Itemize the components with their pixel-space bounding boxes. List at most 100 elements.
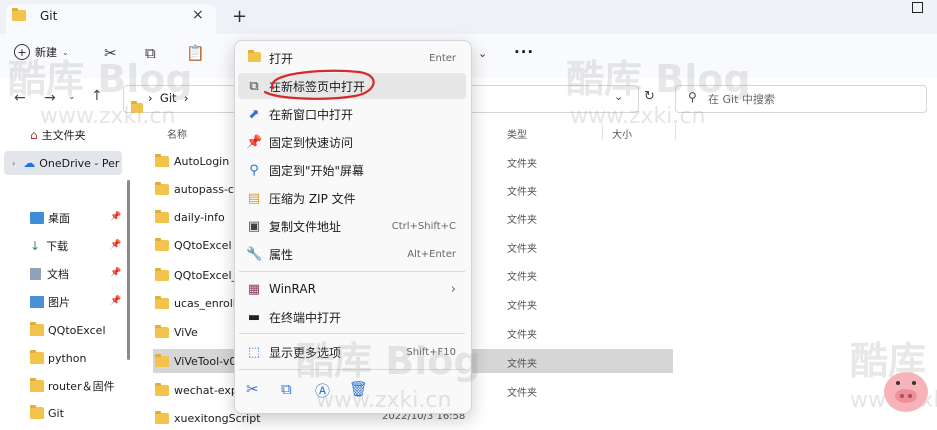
folder-icon	[155, 181, 169, 195]
file-row[interactable]: QQtoExcel	[155, 233, 232, 257]
menu-label: 复制文件地址	[269, 219, 342, 234]
folder-icon	[30, 405, 44, 419]
folder-icon	[30, 350, 44, 364]
file-row-selected[interactable]: ViVeTool-v0	[155, 349, 236, 373]
menu-item-winrar[interactable]: ▦ WinRAR ›	[238, 276, 466, 302]
file-type: 文件夹	[507, 159, 537, 170]
folder-icon	[155, 267, 169, 281]
folder-icon	[155, 295, 169, 309]
folder-icon	[155, 153, 169, 167]
menu-item-pin-quick-access[interactable]: 📌 固定到快速访问	[238, 129, 466, 155]
file-row[interactable]: daily-info	[155, 205, 225, 229]
menu-label: 固定到"开始"屏幕	[269, 163, 365, 178]
folder-icon	[30, 322, 44, 336]
more-options-button[interactable]: ···	[514, 43, 534, 61]
menu-separator	[239, 271, 465, 272]
pictures-icon	[30, 296, 44, 308]
sort-fragment[interactable]: ⌄	[478, 47, 487, 60]
file-name: ucas_enroll	[174, 296, 236, 310]
file-row[interactable]: autopass-ch	[155, 177, 241, 201]
pin-start-icon: ⚲	[249, 162, 259, 178]
nav-label: 主文件夹	[41, 129, 86, 142]
folder-icon	[155, 324, 169, 338]
menu-item-pin-start[interactable]: ⚲ 固定到"开始"屏幕	[238, 157, 466, 183]
file-name: AutoLogin	[174, 154, 230, 168]
menu-label: WinRAR	[269, 282, 316, 296]
nav-item-desktop[interactable]: 桌面	[30, 207, 70, 229]
file-name: ViVe	[174, 325, 198, 339]
new-tab-button[interactable]: +	[232, 6, 247, 27]
file-row[interactable]: wechat-exp	[155, 378, 238, 402]
submenu-chevron-icon: ›	[450, 281, 456, 297]
download-icon: ↓	[30, 239, 41, 253]
menu-item-open-terminal[interactable]: ▬ 在终端中打开	[238, 304, 466, 330]
file-row[interactable]: QQtoExcel_	[155, 263, 237, 287]
menu-shortcut: Enter	[429, 52, 456, 64]
file-name: ViVeTool-v0	[174, 354, 237, 368]
menu-label: 在新窗口中打开	[269, 107, 354, 122]
file-name: wechat-exp	[174, 383, 238, 397]
menu-label: 固定到快速访问	[269, 135, 354, 150]
nav-item-pictures[interactable]: 图片	[30, 291, 70, 313]
nav-item-downloads[interactable]: ↓ 下载	[30, 235, 68, 257]
nav-item-python[interactable]: python	[30, 347, 86, 369]
nav-scrollbar[interactable]	[127, 180, 130, 360]
file-name: QQtoExcel_	[174, 268, 237, 282]
file-type: 文件夹	[507, 301, 537, 312]
column-header-type[interactable]: 类型	[507, 126, 527, 141]
folder-icon	[155, 237, 169, 251]
file-row[interactable]: ViVe	[155, 320, 198, 344]
nav-label: router＆固件	[48, 380, 115, 393]
menu-item-open-new-window[interactable]: ⬈ 在新窗口中打开	[238, 101, 466, 127]
menu-item-properties[interactable]: 🔧 属性 Alt+Enter	[238, 241, 466, 267]
nav-item-onedrive[interactable]: › ☁ OneDrive - Per	[12, 152, 119, 174]
file-type: 文件夹	[507, 330, 537, 341]
file-name: autopass-ch	[174, 182, 241, 196]
folder-icon	[155, 382, 169, 396]
file-type: 文件夹	[507, 187, 537, 198]
folder-icon	[246, 49, 262, 66]
watermark-url: www.zxki.cn	[570, 104, 706, 129]
pin-icon[interactable]: 📌	[110, 268, 121, 278]
file-row[interactable]: AutoLogin	[155, 149, 229, 173]
maximize-icon[interactable]	[912, 2, 923, 13]
close-tab-icon[interactable]: ×	[192, 7, 204, 23]
watermark-brand: 酷库 Blog	[8, 57, 193, 101]
folder-icon	[30, 378, 44, 392]
menu-label: 属性	[269, 247, 294, 262]
wrench-icon: 🔧	[246, 246, 263, 262]
file-type: 文件夹	[507, 359, 537, 370]
menu-item-compress-zip[interactable]: ▤ 压缩为 ZIP 文件	[238, 185, 466, 211]
menu-label: 打开	[269, 51, 294, 66]
file-row[interactable]: ucas_enroll	[155, 291, 236, 315]
menu-label: 在终端中打开	[269, 310, 342, 325]
pin-icon[interactable]: 📌	[110, 240, 121, 250]
tab-title: Git	[40, 9, 58, 23]
file-name: daily-info	[174, 210, 225, 224]
copy-icon[interactable]: ⧉	[281, 380, 292, 398]
new-window-icon: ⬈	[248, 106, 260, 122]
pin-icon: 📌	[246, 134, 263, 150]
tab-git[interactable]	[6, 4, 216, 34]
watermark-url: www.zxki.cn	[316, 388, 452, 413]
nav-label: 图片	[48, 296, 70, 309]
home-icon: ⌂	[30, 128, 38, 142]
file-type: 文件夹	[507, 244, 537, 255]
terminal-icon: ▬	[247, 309, 261, 325]
cut-icon[interactable]: ✂	[246, 380, 259, 398]
pin-icon[interactable]: 📌	[110, 212, 121, 222]
nav-item-router[interactable]: router＆固件	[30, 375, 115, 397]
watermark-brand: 酷库 Blog	[566, 57, 751, 101]
watermark-brand: 酷库 Blog	[296, 339, 481, 383]
expand-chevron-icon[interactable]: ›	[12, 159, 15, 168]
nav-item-qqtoexcel[interactable]: QQtoExcel	[30, 319, 106, 341]
menu-item-copy-path[interactable]: ▣ 复制文件地址 Ctrl+Shift+C	[238, 213, 466, 239]
nav-item-git[interactable]: Git	[30, 402, 64, 424]
nav-item-documents[interactable]: 文档	[30, 263, 69, 285]
nav-label: python	[48, 351, 87, 365]
menu-shortcut: Ctrl+Shift+C	[391, 220, 456, 232]
menu-label: 压缩为 ZIP 文件	[269, 191, 356, 206]
winrar-icon: ▦	[247, 281, 261, 297]
file-type: 文件夹	[507, 215, 537, 226]
pin-icon[interactable]: 📌	[110, 296, 121, 306]
